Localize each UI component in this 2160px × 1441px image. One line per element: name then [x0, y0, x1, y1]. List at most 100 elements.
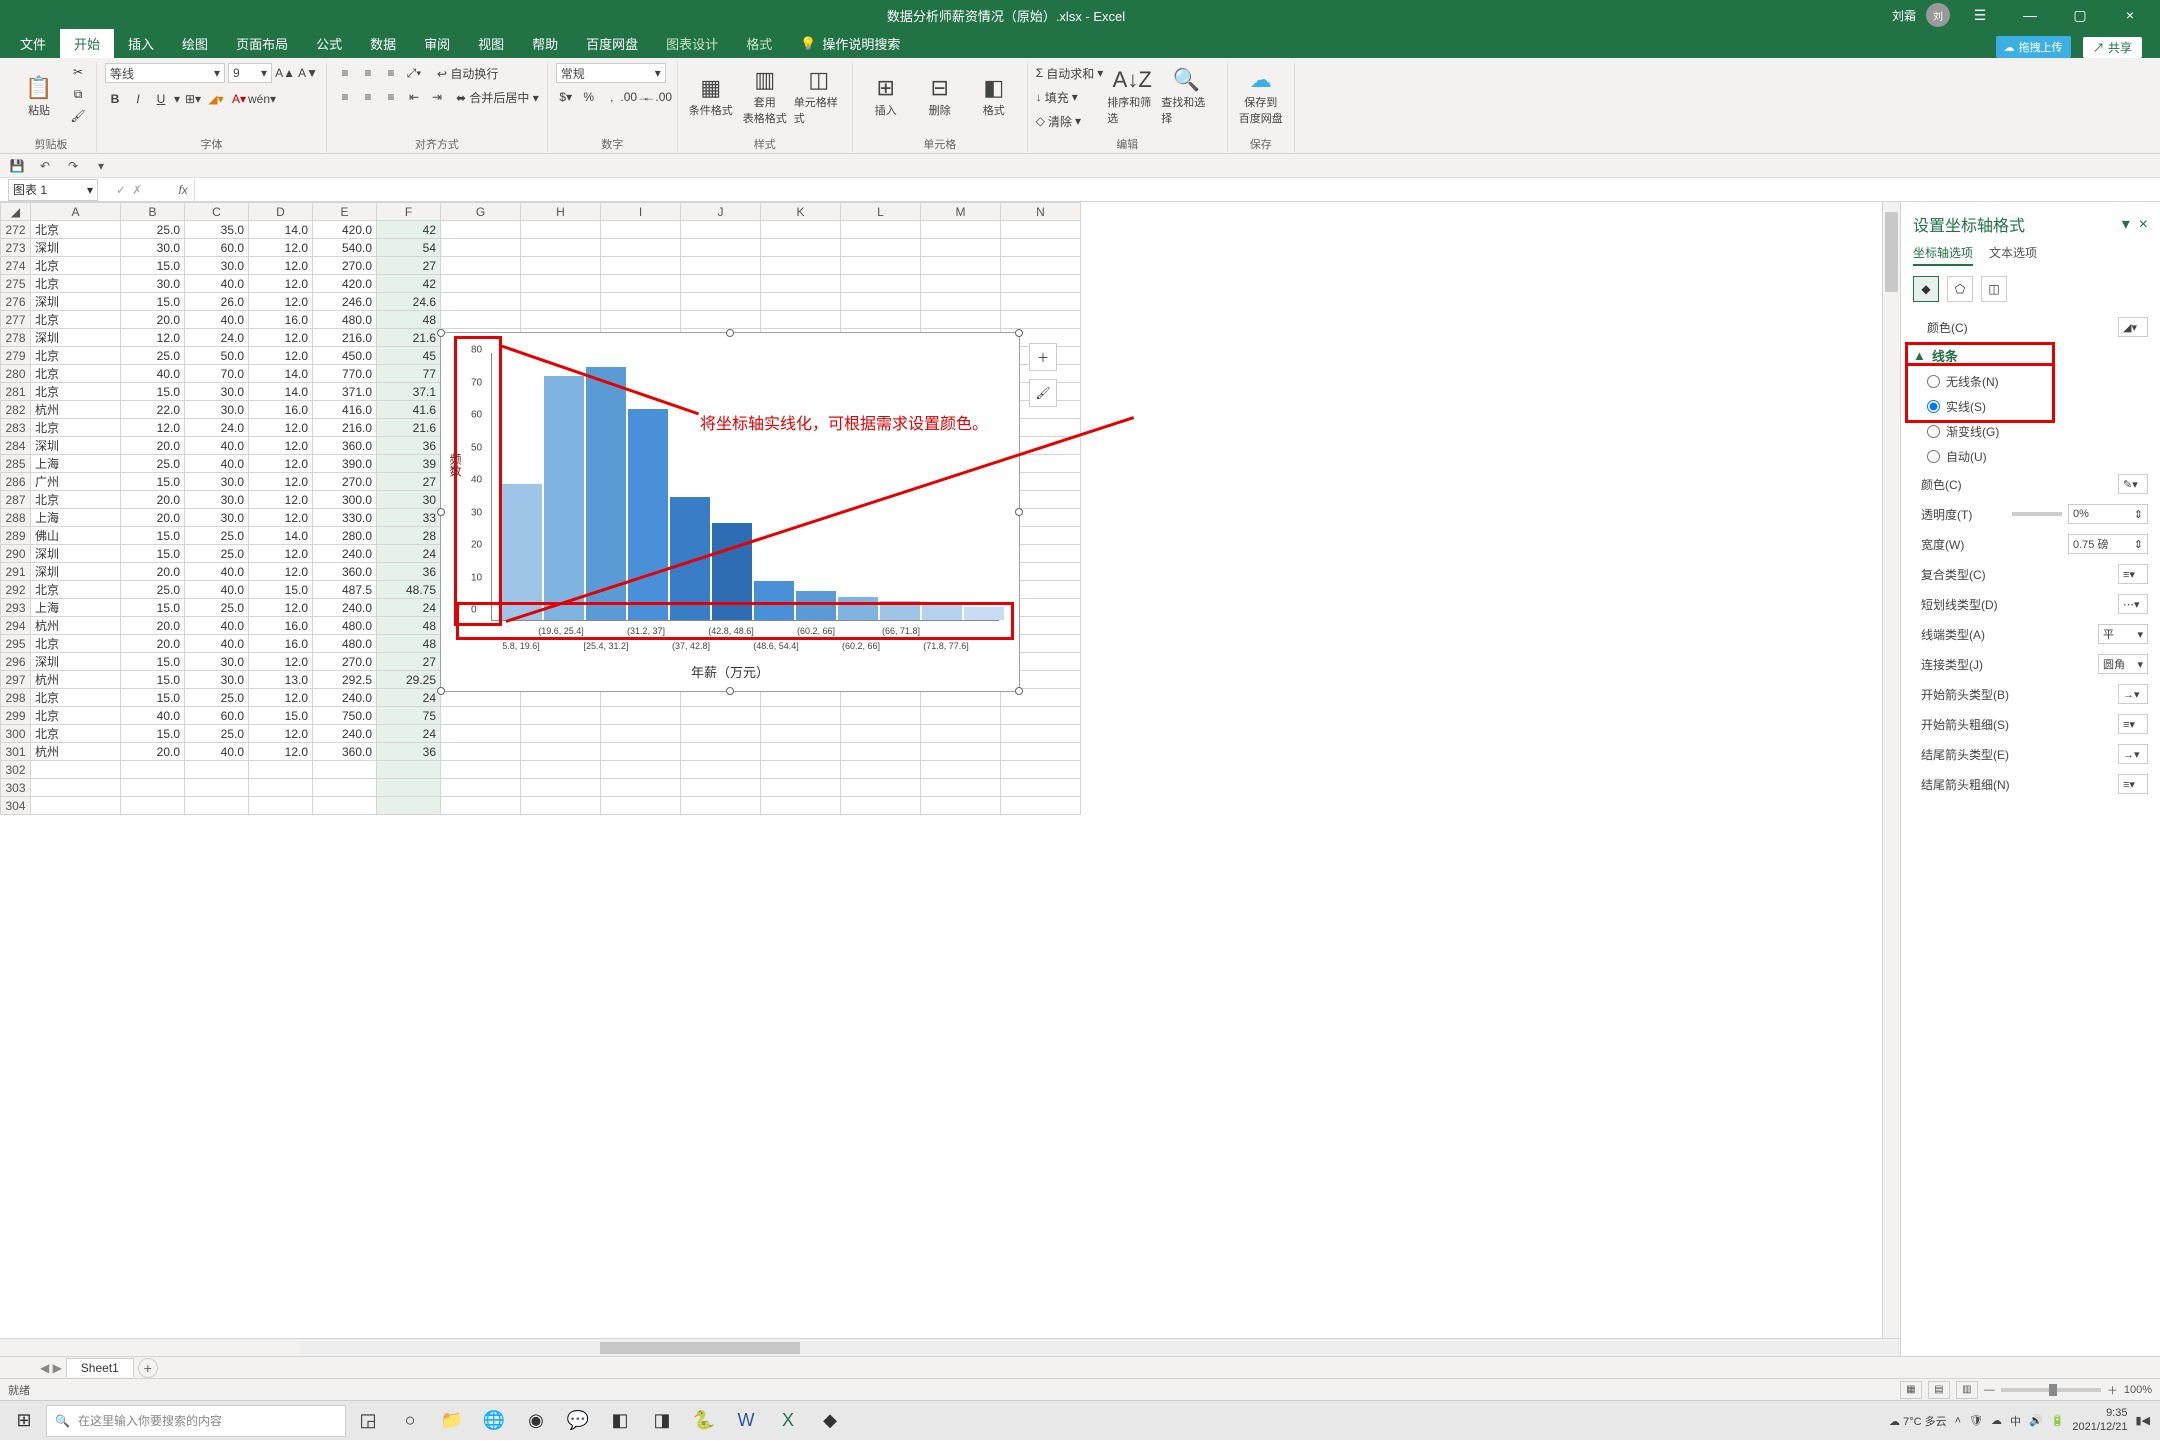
cell[interactable]: [921, 707, 1001, 725]
font-color-icon[interactable]: A▾: [229, 89, 249, 109]
cell[interactable]: 30.0: [185, 257, 249, 275]
cell[interactable]: 330.0: [313, 509, 377, 527]
cell[interactable]: [31, 797, 121, 815]
cell[interactable]: 48: [377, 617, 441, 635]
cell[interactable]: [441, 239, 521, 257]
cell[interactable]: 20.0: [121, 311, 185, 329]
cell[interactable]: 佛山: [31, 527, 121, 545]
cell[interactable]: [521, 221, 601, 239]
cell[interactable]: 深圳: [31, 437, 121, 455]
cell[interactable]: [441, 221, 521, 239]
row-header[interactable]: 300: [1, 725, 31, 743]
cell[interactable]: 北京: [31, 707, 121, 725]
delete-cells[interactable]: ⊟删除: [915, 62, 965, 130]
transparency-value[interactable]: 0%⇕: [2068, 504, 2148, 524]
font-name[interactable]: 等线▾: [105, 63, 225, 83]
format-cells[interactable]: ◧格式: [969, 62, 1019, 130]
cell[interactable]: 40.0: [185, 275, 249, 293]
align-right-icon[interactable]: ≡: [381, 87, 401, 107]
cell[interactable]: 12.0: [121, 329, 185, 347]
cell[interactable]: 12.0: [249, 599, 313, 617]
cell[interactable]: 北京: [31, 419, 121, 437]
pane-tab-axis[interactable]: 坐标轴选项: [1913, 244, 1973, 266]
tab-chart-design[interactable]: 图表设计: [652, 29, 732, 58]
cell[interactable]: 270.0: [313, 257, 377, 275]
line-color[interactable]: ✎▾: [2118, 474, 2148, 494]
cell[interactable]: [377, 779, 441, 797]
cell[interactable]: 36: [377, 563, 441, 581]
insert-cells[interactable]: ⊞插入: [861, 62, 911, 130]
cell[interactable]: 36: [377, 743, 441, 761]
row-header[interactable]: 280: [1, 365, 31, 383]
cell[interactable]: 15.0: [121, 545, 185, 563]
cell[interactable]: 25.0: [121, 347, 185, 365]
app-icon-2[interactable]: ◨: [642, 1401, 682, 1441]
cell[interactable]: 390.0: [313, 455, 377, 473]
row-header[interactable]: 278: [1, 329, 31, 347]
cell[interactable]: [1001, 257, 1081, 275]
table-format[interactable]: ▥套用 表格格式: [740, 62, 790, 130]
cell[interactable]: 28: [377, 527, 441, 545]
word-icon[interactable]: W: [726, 1401, 766, 1441]
cell[interactable]: 240.0: [313, 545, 377, 563]
cell[interactable]: [841, 797, 921, 815]
cell[interactable]: [841, 743, 921, 761]
cell[interactable]: 40.0: [185, 437, 249, 455]
join-type[interactable]: 圆角▾: [2098, 654, 2148, 674]
cell[interactable]: 15.0: [121, 653, 185, 671]
cell[interactable]: [841, 239, 921, 257]
cell[interactable]: [601, 725, 681, 743]
cell[interactable]: 30: [377, 491, 441, 509]
cell[interactable]: 12.0: [249, 689, 313, 707]
cell[interactable]: [601, 743, 681, 761]
cell[interactable]: 12.0: [249, 329, 313, 347]
cell[interactable]: 27: [377, 257, 441, 275]
pane-close-icon[interactable]: ×: [2139, 216, 2148, 233]
cell[interactable]: 270.0: [313, 653, 377, 671]
cell[interactable]: 15.0: [121, 689, 185, 707]
col-header-B[interactable]: B: [121, 203, 185, 221]
cell[interactable]: 北京: [31, 257, 121, 275]
start-button[interactable]: ⊞: [4, 1401, 44, 1441]
app-icon-3[interactable]: ◆: [810, 1401, 850, 1441]
cell[interactable]: [441, 761, 521, 779]
cell[interactable]: 深圳: [31, 545, 121, 563]
zoom-in[interactable]: ＋: [2107, 1382, 2118, 1398]
cell[interactable]: [185, 779, 249, 797]
cell[interactable]: [601, 275, 681, 293]
cell[interactable]: 15.0: [121, 257, 185, 275]
cell[interactable]: [521, 743, 601, 761]
cell[interactable]: 33: [377, 509, 441, 527]
cell[interactable]: 48: [377, 311, 441, 329]
phonetic-icon[interactable]: wén▾: [252, 89, 272, 109]
cell[interactable]: [313, 761, 377, 779]
clear[interactable]: ◇ 清除 ▾: [1036, 110, 1103, 132]
cell[interactable]: 14.0: [249, 221, 313, 239]
cell[interactable]: 27: [377, 473, 441, 491]
cell[interactable]: 深圳: [31, 293, 121, 311]
bar[interactable]: [964, 607, 1004, 620]
fill-line-icon[interactable]: ◆: [1913, 276, 1939, 302]
chart-styles-button[interactable]: 🖌: [1029, 379, 1057, 407]
cell[interactable]: 20.0: [121, 509, 185, 527]
bar[interactable]: [838, 597, 878, 620]
cell[interactable]: 25.0: [121, 221, 185, 239]
cell[interactable]: 48.75: [377, 581, 441, 599]
cell[interactable]: 北京: [31, 347, 121, 365]
tab-view[interactable]: 视图: [464, 29, 518, 58]
row-header[interactable]: 299: [1, 707, 31, 725]
comma-icon[interactable]: ,: [602, 87, 622, 107]
cell[interactable]: 25.0: [185, 689, 249, 707]
cell[interactable]: [921, 293, 1001, 311]
cell[interactable]: 246.0: [313, 293, 377, 311]
cell[interactable]: 15.0: [121, 725, 185, 743]
cell[interactable]: 240.0: [313, 599, 377, 617]
cell[interactable]: 20.0: [121, 635, 185, 653]
cell[interactable]: 280.0: [313, 527, 377, 545]
row-header[interactable]: 276: [1, 293, 31, 311]
cell[interactable]: 60.0: [185, 239, 249, 257]
wechat-icon[interactable]: 💬: [558, 1401, 598, 1441]
formula-input[interactable]: [194, 179, 2160, 201]
size-properties-icon[interactable]: ◫: [1981, 276, 2007, 302]
row-header[interactable]: 283: [1, 419, 31, 437]
